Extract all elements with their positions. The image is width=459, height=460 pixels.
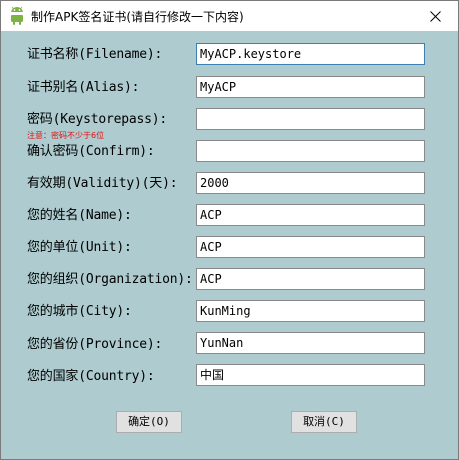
ok-button[interactable]: 确定(O): [116, 411, 182, 433]
alias-field[interactable]: MyACP: [196, 76, 425, 98]
close-icon: [429, 10, 441, 22]
city-field[interactable]: KunMing: [196, 300, 425, 322]
validity-label: 有效期(Validity)(天):: [27, 176, 178, 191]
title-bar[interactable]: 制作APK签名证书(请自行修改一下内容): [1, 1, 458, 31]
name-label: 您的姓名(Name):: [27, 208, 132, 223]
filename-field[interactable]: MyACP.keystore: [196, 43, 425, 65]
province-label: 您的省份(Province):: [27, 337, 163, 352]
android-icon: [9, 7, 25, 25]
country-field[interactable]: 中国: [196, 364, 425, 386]
unit-label: 您的单位(Unit):: [27, 240, 132, 255]
validity-field[interactable]: 2000: [196, 172, 425, 194]
filename-label: 证书名称(Filename):: [27, 47, 163, 62]
password-label: 密码(Keystorepass):: [27, 112, 167, 127]
password-hint: 注意：密码不少于6位: [27, 131, 105, 140]
organization-field[interactable]: ACP: [196, 268, 425, 290]
country-label: 您的国家(Country):: [27, 369, 155, 384]
unit-field[interactable]: ACP: [196, 236, 425, 258]
city-label: 您的城市(City):: [27, 304, 132, 319]
name-field[interactable]: ACP: [196, 204, 425, 226]
close-button[interactable]: [412, 1, 458, 31]
organization-label: 您的组织(Organization):: [27, 272, 193, 287]
confirm-password-field[interactable]: [196, 140, 425, 162]
confirm-label: 确认密码(Confirm):: [27, 144, 155, 159]
province-field[interactable]: YunNan: [196, 332, 425, 354]
dialog-window: 制作APK签名证书(请自行修改一下内容) 证书名称(Filename): MyA…: [0, 0, 459, 460]
password-field[interactable]: [196, 108, 425, 130]
alias-label: 证书别名(Alias):: [27, 80, 140, 95]
window-title: 制作APK签名证书(请自行修改一下内容): [31, 10, 244, 24]
cancel-button[interactable]: 取消(C): [291, 411, 357, 433]
